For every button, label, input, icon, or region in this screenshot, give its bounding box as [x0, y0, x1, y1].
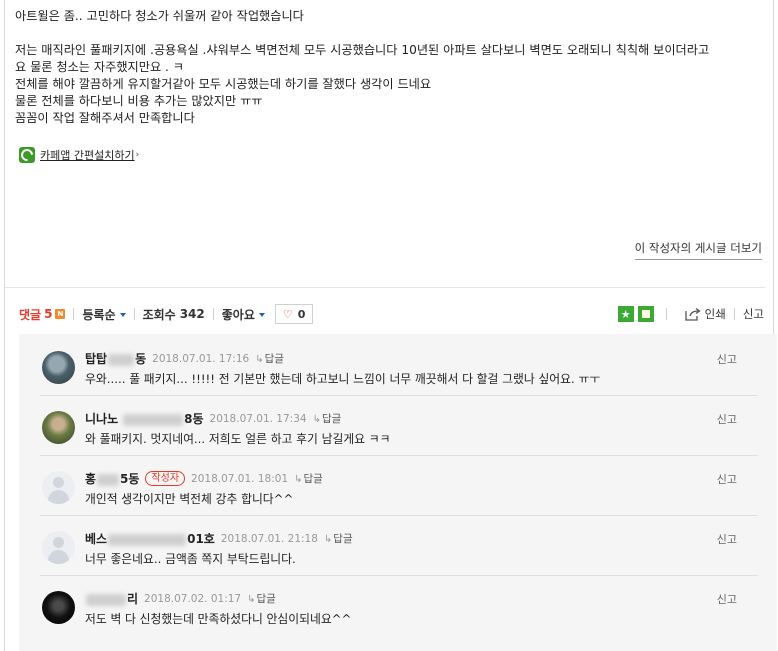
post-line: 아트윌은 좀.. 고민하다 청소가 쉬울꺼 같아 작업했습니다 [15, 9, 304, 23]
caret-down-icon [119, 313, 126, 317]
comment-divider [40, 395, 758, 396]
views-count: 342 [179, 307, 205, 321]
cafe-app-label[interactable]: 카페앱 간편설치하기 [40, 147, 135, 163]
separator [665, 308, 667, 320]
separator [212, 308, 214, 320]
comment-date: 2018.07.01. 21:18 [220, 532, 318, 545]
comment-divider [40, 455, 758, 456]
comment-list: 탑탑 동 2018.07.01. 17:16 ↳답글 우와..... 풀 패키지.… [19, 334, 777, 651]
default-avatar-icon[interactable] [42, 471, 75, 504]
new-badge: N [55, 309, 66, 319]
blurred-text [97, 473, 120, 486]
reply-arrow-icon: ↳ [247, 594, 256, 605]
caret-down-icon [258, 313, 265, 317]
avatar[interactable] [42, 591, 75, 624]
like-count: 0 [297, 307, 306, 321]
reply-button[interactable]: ↳답글 [324, 531, 353, 546]
separator [733, 308, 735, 320]
post-line: 전체를 해야 깔끔하게 유지할거같아 모두 시공했는데 하기를 잘했다 생각이 … [15, 77, 432, 91]
sort-dropdown[interactable]: 등록순 [82, 306, 126, 323]
reply-arrow-icon: ↳ [294, 474, 303, 485]
comment-text: 너무 좋은네요.. 금액좀 쪽지 부탁드립니다. [85, 552, 296, 566]
comment-report-link[interactable]: 신고 [717, 591, 737, 607]
print-link[interactable]: 인쇄 [705, 306, 726, 322]
author-badge: 작성자 [145, 471, 186, 486]
comment-header: 베스 01호 2018.07.01. 21:18 ↳답글 [85, 530, 353, 547]
blurred-text [108, 353, 135, 366]
comment-divider [40, 575, 758, 576]
reply-button[interactable]: ↳답글 [294, 471, 323, 486]
like-label: 좋아요 [221, 307, 255, 322]
comment-report-link[interactable]: 신고 [717, 531, 737, 547]
comment-nickname[interactable]: 탑탑 동 [85, 350, 146, 367]
avatar[interactable] [42, 411, 75, 444]
comment-nickname[interactable]: 니나노 8동 [85, 410, 204, 427]
comment-header: 홍 5동 작성자 2018.07.01. 18:01 ↳답글 [85, 470, 323, 487]
blurred-text [108, 533, 187, 546]
default-avatar-icon[interactable] [42, 531, 75, 564]
like-button[interactable]: ♡ 0 [274, 304, 314, 324]
star-bookmark-icon[interactable]: ★ [617, 306, 634, 322]
post-actions: ★ 인쇄 신고 [617, 306, 764, 322]
post-line: 꼼꼼이 작업 잘해주셔서 만족합니다 [15, 111, 195, 125]
heart-icon: ♡ [282, 307, 293, 321]
reply-button[interactable]: ↳답글 [255, 351, 284, 366]
comment-label[interactable]: 댓글 [19, 306, 41, 323]
post-line: 요 물론 청소는 자주했지만요 . ㅋ [15, 60, 185, 74]
comment-nickname[interactable]: 홍 5동 [85, 470, 139, 487]
chevron-right-icon: › [135, 150, 140, 160]
cafe-app-icon [19, 147, 35, 163]
comment-report-link[interactable]: 신고 [717, 351, 737, 367]
sort-label: 등록순 [82, 307, 116, 322]
comment-date: 2018.07.01. 17:34 [209, 412, 307, 425]
comment-header: 탑탑 동 2018.07.01. 17:16 ↳답글 [85, 350, 284, 367]
comment-count[interactable]: 5 [44, 307, 52, 321]
blurred-text [123, 413, 184, 426]
comment-text: 개인적 생각이지만 벽전체 강추 합니다^^ [85, 492, 294, 506]
comment-text: 와 풀패키지. 멋지네여... 저희도 얼른 하고 후기 남길게요 ㅋㅋ [85, 432, 391, 446]
comment-text: 저도 벽 다 신청했는데 만족하셨다니 안심이되네요^^ [85, 612, 352, 626]
separator [73, 308, 75, 320]
comment-nickname[interactable]: 리 [85, 590, 138, 607]
reply-arrow-icon: ↳ [323, 534, 333, 545]
reply-button[interactable]: ↳답글 [313, 411, 342, 426]
comment-date: 2018.07.01. 18:01 [191, 472, 289, 485]
comment-date: 2018.07.01. 17:16 [152, 352, 250, 365]
comment-report-link[interactable]: 신고 [717, 471, 737, 487]
more-posts-link[interactable]: 이 작성자의 게시글 더보기 [634, 240, 762, 260]
separator [133, 308, 135, 320]
reply-arrow-icon: ↳ [312, 414, 321, 425]
views-label: 조회수 [142, 307, 176, 322]
post-line: 물론 전체를 하다보니 비용 추가는 많았지만 ㅠㅠ [15, 94, 263, 108]
comment-header: 리 2018.07.02. 01:17 ↳답글 [85, 590, 276, 607]
reply-button[interactable]: ↳답글 [247, 591, 276, 606]
comment-date: 2018.07.02. 01:17 [144, 592, 242, 605]
comment-nickname[interactable]: 베스 01호 [85, 530, 215, 547]
comment-text: 우와..... 풀 패키지... !!!!! 전 기본만 했는데 하고보니 느낌… [85, 372, 601, 386]
avatar[interactable] [42, 351, 75, 384]
post-body: 아트윌은 좀.. 고민하다 청소가 쉬울꺼 같아 작업했습니다 저는 매직라인 … [15, 8, 760, 127]
comment-divider [40, 515, 758, 516]
blurred-text [86, 593, 126, 606]
report-post-link[interactable]: 신고 [743, 306, 764, 322]
post-stats-bar: 댓글 5 N 등록순 조회수 342 좋아요 ♡ 0 ★ 인쇄 신고 [19, 304, 764, 324]
memo-icon[interactable] [637, 306, 654, 322]
like-dropdown[interactable]: 좋아요 [222, 306, 265, 323]
cafe-app-install-link[interactable]: 카페앱 간편설치하기 › [19, 147, 139, 163]
divider [5, 287, 765, 288]
comment-report-link[interactable]: 신고 [717, 411, 737, 427]
comment-header: 니나노 8동 2018.07.01. 17:34 ↳답글 [85, 410, 341, 427]
share-icon[interactable] [685, 307, 701, 321]
post-line: 저는 매직라인 풀패키지에 .공용욕실 .샤워부스 벽면전체 모두 시공했습니다… [15, 43, 710, 57]
reply-arrow-icon: ↳ [255, 354, 264, 365]
